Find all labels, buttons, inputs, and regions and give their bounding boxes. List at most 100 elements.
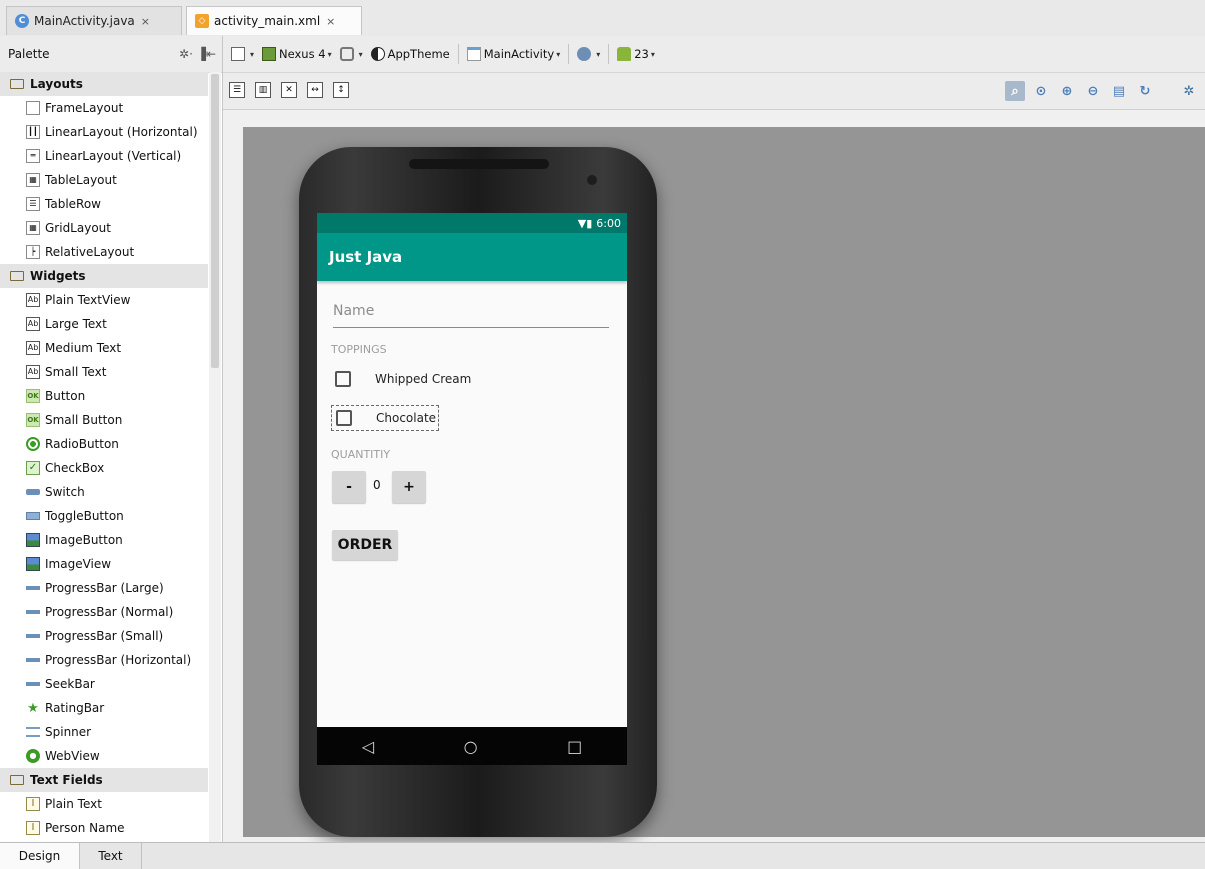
xml-file-icon: ◇ — [195, 14, 209, 28]
layout-actions-toolbar: ☰ ▥ ✕ ↔ ↕ ⌕ ⊙ ⊕ ⊖ ▤ ↻ ✲ — [223, 73, 1205, 110]
item-label: Small Text — [45, 365, 107, 379]
palette-item-large-text[interactable]: Ab Large Text — [0, 312, 208, 336]
palette-item-switch[interactable]: Switch — [0, 480, 208, 504]
chevron-down-icon: ▾ — [358, 49, 363, 59]
item-label: TableRow — [45, 197, 101, 211]
orientation-button[interactable]: ▾ — [339, 47, 363, 61]
order-button[interactable]: ORDER — [332, 530, 398, 560]
checkbox-label: Whipped Cream — [375, 372, 472, 386]
chocolate-checkbox[interactable]: Chocolate — [331, 405, 440, 431]
text-cursor-icon: I — [26, 821, 40, 835]
palette-item-imageview[interactable]: ImageView — [0, 552, 208, 576]
palette-section-text-fields[interactable]: Text Fields — [0, 768, 208, 792]
palette-panel: Palette ✲· ▐⇤ Layouts FrameLayout ┃┃ Line… — [0, 36, 223, 842]
wifi-battery-icon: ▼▮ — [577, 216, 593, 230]
tab-mainactivity-java[interactable]: C MainActivity.java × — [6, 6, 182, 35]
item-label: ProgressBar (Large) — [45, 581, 164, 595]
palette-item-togglebutton[interactable]: ToggleButton — [0, 504, 208, 528]
clear-constraints-icon[interactable]: ✕ — [281, 82, 297, 98]
palette-item-linearlayout-vertical[interactable]: ═ LinearLayout (Vertical) — [0, 144, 208, 168]
activity-selector[interactable]: MainActivity ▾ — [466, 47, 561, 61]
item-label: LinearLayout (Vertical) — [45, 149, 182, 163]
navigation-bar: ◁ ○ □ — [317, 727, 627, 765]
design-surface[interactable]: ▼▮ 6:00 Just Java Name TOPPINGS Whipped … — [243, 127, 1205, 837]
tab-design[interactable]: Design — [0, 843, 80, 869]
palette-item-small-button[interactable]: OK Small Button — [0, 408, 208, 432]
actual-size-icon[interactable]: ⊙ — [1031, 81, 1051, 101]
app-title: Just Java — [329, 248, 403, 266]
chevron-down-icon: ▾ — [596, 49, 601, 59]
palette-item-spinner[interactable]: Spinner — [0, 720, 208, 744]
device-config-button[interactable]: ▾ — [231, 47, 254, 61]
zoom-in-icon[interactable]: ⊕ — [1057, 81, 1077, 101]
palette-section-widgets[interactable]: Widgets — [0, 264, 208, 288]
theme-selector[interactable]: AppTheme — [370, 47, 450, 61]
palette-item-seekbar[interactable]: SeekBar — [0, 672, 208, 696]
vertical-layout-icon[interactable]: ☰ — [229, 82, 245, 98]
palette-item-imagebutton[interactable]: ImageButton — [0, 528, 208, 552]
scrollbar-thumb[interactable] — [211, 74, 219, 368]
item-label: ProgressBar (Small) — [45, 629, 164, 643]
palette-item-framelayout[interactable]: FrameLayout — [0, 96, 208, 120]
palette-item-linearlayout-horizontal[interactable]: ┃┃ LinearLayout (Horizontal) — [0, 120, 208, 144]
page-icon[interactable]: ▤ — [1109, 81, 1129, 101]
palette-item-person-name[interactable]: I Person Name — [0, 816, 208, 840]
palette-item-medium-text[interactable]: Ab Medium Text — [0, 336, 208, 360]
decrement-button[interactable]: - — [332, 471, 366, 503]
chevron-down-icon: ▾ — [556, 49, 561, 59]
item-label: Medium Text — [45, 341, 122, 355]
item-label: RelativeLayout — [45, 245, 135, 259]
device-label: Nexus 4 — [279, 47, 326, 61]
quantity-label: QUANTITIY — [331, 448, 391, 461]
whipped-cream-checkbox[interactable]: Whipped Cream — [331, 367, 471, 391]
palette-item-checkbox[interactable]: ✓ CheckBox — [0, 456, 208, 480]
item-label: TableLayout — [45, 173, 117, 187]
api-level-selector[interactable]: 23 ▾ — [617, 47, 655, 61]
folder-icon — [10, 271, 24, 281]
locale-selector[interactable]: ▾ — [577, 47, 600, 61]
palette-item-small-text[interactable]: Ab Small Text — [0, 360, 208, 384]
palette-item-plain-text[interactable]: I Plain Text — [0, 792, 208, 816]
tab-text[interactable]: Text — [80, 843, 142, 869]
checkbox-icon: ✓ — [26, 461, 40, 475]
zoom-fit-icon[interactable]: ⌕ — [1005, 81, 1025, 101]
palette-item-tablerow[interactable]: ☰ TableRow — [0, 192, 208, 216]
palette-settings-icon[interactable]: ✲· ▐⇤ — [179, 36, 216, 72]
palette-item-gridlayout[interactable]: ▦ GridLayout — [0, 216, 208, 240]
device-selector[interactable]: Nexus 4 ▾ — [262, 47, 332, 61]
palette-item-radiobutton[interactable]: RadioButton — [0, 432, 208, 456]
increment-button[interactable]: + — [392, 471, 426, 503]
palette-item-ratingbar[interactable]: ★ RatingBar — [0, 696, 208, 720]
palette-title: Palette — [8, 47, 50, 61]
activity-icon — [466, 47, 481, 61]
gear-icon[interactable]: ✲ — [1179, 81, 1199, 101]
palette-item-progressbar-small[interactable]: ProgressBar (Small) — [0, 624, 208, 648]
zoom-out-icon[interactable]: ⊖ — [1083, 81, 1103, 101]
palette-item-progressbar-normal[interactable]: ProgressBar (Normal) — [0, 600, 208, 624]
palette-item-progressbar-large[interactable]: ProgressBar (Large) — [0, 576, 208, 600]
expand-vertical-icon[interactable]: ↕ — [333, 82, 349, 98]
refresh-icon[interactable]: ↻ — [1135, 81, 1155, 101]
progressbar-icon — [26, 610, 40, 614]
palette-item-relativelayout[interactable]: ┝ RelativeLayout — [0, 240, 208, 264]
palette-item-button[interactable]: OK Button — [0, 384, 208, 408]
name-input[interactable]: Name — [333, 303, 609, 328]
palette-section-layouts[interactable]: Layouts — [0, 72, 208, 96]
home-icon[interactable]: ○ — [464, 737, 478, 756]
palette-item-plain-textview[interactable]: Ab Plain TextView — [0, 288, 208, 312]
close-icon[interactable]: × — [141, 15, 150, 28]
back-icon[interactable]: ◁ — [362, 737, 374, 756]
recents-icon[interactable]: □ — [567, 737, 582, 756]
editor-tabs: C MainActivity.java × ◇ activity_main.xm… — [0, 0, 1205, 37]
item-label: GridLayout — [45, 221, 111, 235]
horizontal-layout-icon[interactable]: ▥ — [255, 82, 271, 98]
progressbar-icon — [26, 634, 40, 638]
toggle-icon — [26, 512, 40, 520]
palette-scrollbar[interactable] — [209, 72, 221, 842]
close-icon[interactable]: × — [326, 15, 335, 28]
palette-item-webview[interactable]: ● WebView — [0, 744, 208, 768]
palette-item-progressbar-horizontal[interactable]: ProgressBar (Horizontal) — [0, 648, 208, 672]
tab-activity-main-xml[interactable]: ◇ activity_main.xml × — [186, 6, 362, 35]
expand-horizontal-icon[interactable]: ↔ — [307, 82, 323, 98]
palette-item-tablelayout[interactable]: ▦ TableLayout — [0, 168, 208, 192]
